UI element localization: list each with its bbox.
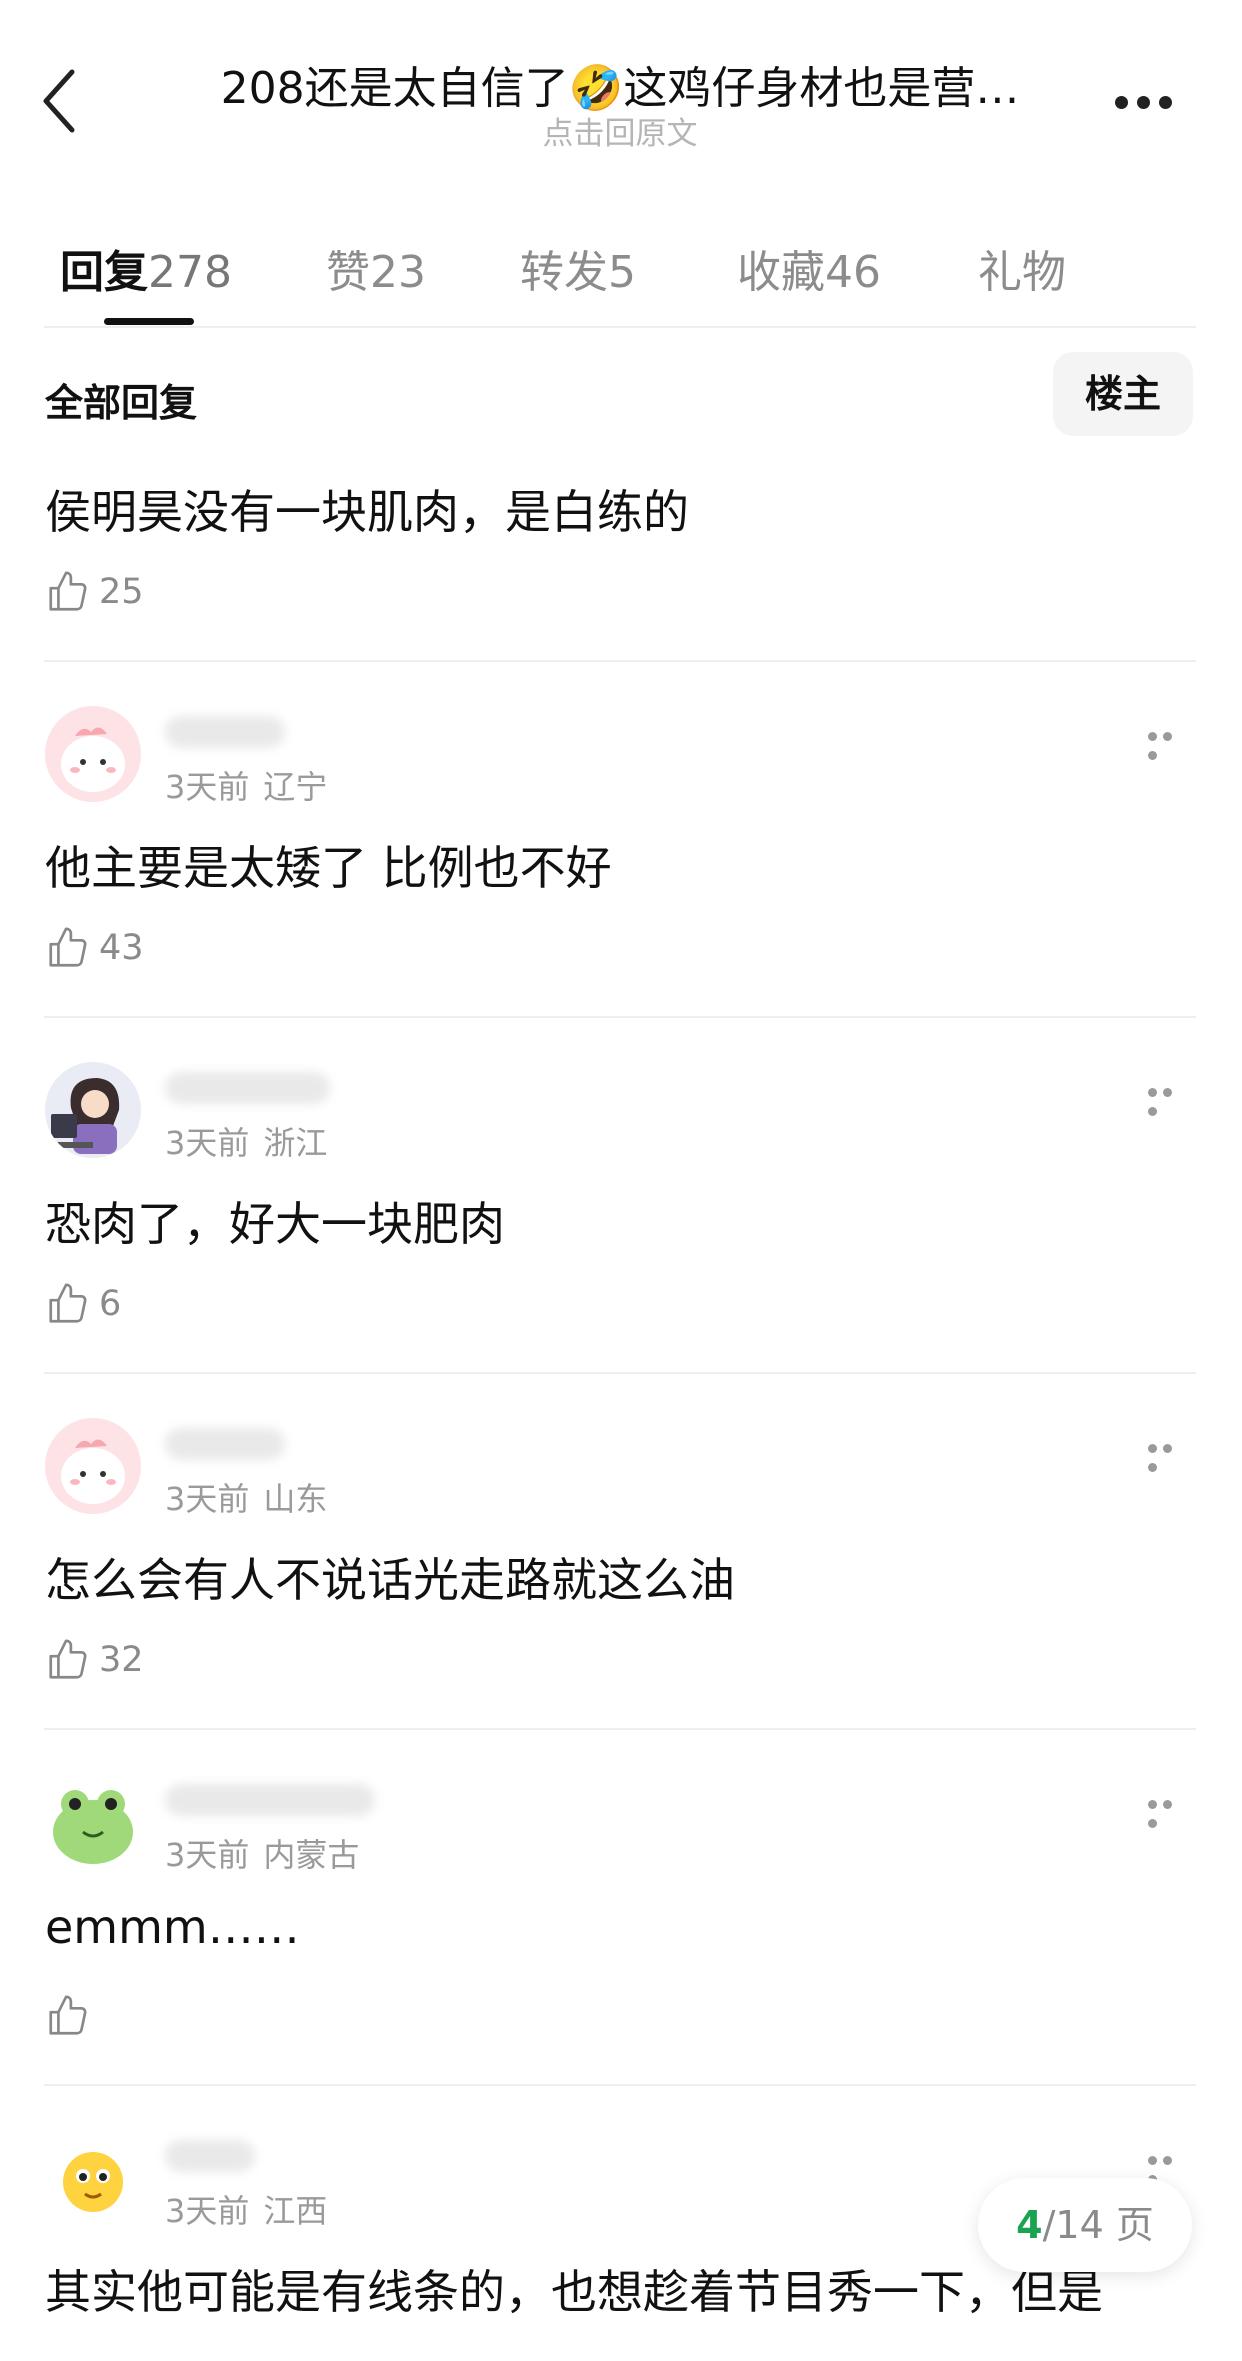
avatar[interactable]	[45, 1418, 141, 1514]
thumbs-up-icon	[49, 571, 87, 611]
active-tab-indicator	[104, 318, 194, 325]
tab-label: 转发	[520, 247, 608, 298]
back-button[interactable]	[40, 66, 80, 136]
reply-text: 恐肉了，好大一块肥肉	[45, 1197, 505, 1251]
thumbs-up-icon	[49, 1639, 87, 1679]
back-to-original-link[interactable]: 点击回原文	[150, 108, 1090, 153]
reply-text: 其实他可能是有线条的，也想趁着节目秀一下，但是	[45, 2265, 1103, 2319]
thumbs-up-icon	[49, 927, 87, 967]
like-button[interactable]: 32	[45, 1635, 144, 1685]
avatar[interactable]	[45, 1774, 141, 1870]
total-pages: /14 页	[1042, 2203, 1154, 2247]
tab-reposts[interactable]: 转发5	[520, 236, 636, 300]
page-indicator[interactable]: 4/14 页	[978, 2178, 1192, 2272]
more-options-button[interactable]	[1115, 94, 1181, 109]
reply-time: 3天前	[165, 768, 250, 806]
username-blurred[interactable]	[165, 1428, 285, 1460]
more-horizontal-icon	[1148, 726, 1178, 764]
tab-count: 278	[148, 247, 232, 298]
divider	[44, 1372, 1196, 1374]
divider	[44, 660, 1196, 662]
avatar[interactable]	[45, 2130, 141, 2226]
username-blurred[interactable]	[165, 2140, 255, 2172]
current-page: 4	[1016, 2203, 1043, 2247]
tab-label: 礼物	[978, 247, 1066, 298]
more-horizontal-icon	[1115, 94, 1181, 113]
reply-text: 侯明昊没有一块肌肉，是白练的	[45, 485, 689, 539]
thumbs-up-icon	[49, 1995, 87, 2035]
reply-time: 3天前	[165, 2192, 250, 2230]
reply-time: 3天前	[165, 1124, 250, 1162]
tab-label: 收藏	[737, 247, 825, 298]
reply-location: 浙江	[263, 1124, 328, 1162]
reply-more-button[interactable]	[1148, 726, 1192, 760]
pink-blob-avatar-icon	[45, 706, 141, 802]
reply-more-button[interactable]	[1148, 2150, 1192, 2184]
avatar[interactable]	[45, 1062, 141, 1158]
like-button[interactable]	[45, 1991, 99, 2041]
reply-meta: 3天前 辽宁	[165, 762, 341, 808]
tab-likes[interactable]: 赞23	[326, 236, 426, 300]
like-button[interactable]: 43	[45, 923, 144, 973]
tab-count: 5	[608, 247, 636, 298]
tab-count: 46	[825, 247, 881, 298]
reply-location: 江西	[263, 2192, 328, 2230]
like-button[interactable]: 6	[45, 1279, 121, 1329]
avatar[interactable]	[45, 706, 141, 802]
green-frog-avatar-icon	[45, 1774, 141, 1870]
reply-meta: 3天前 山东	[165, 1474, 341, 1520]
more-horizontal-icon	[1148, 1794, 1178, 1832]
post-title[interactable]: 208还是太自信了🤣这鸡仔身材也是营…	[150, 52, 1090, 116]
reply-text: 他主要是太矮了 比例也不好	[45, 841, 612, 895]
divider	[44, 1728, 1196, 1730]
reply-location: 内蒙古	[263, 1836, 360, 1874]
like-count: 32	[99, 1640, 144, 1680]
like-count: 25	[99, 572, 144, 612]
divider	[44, 2084, 1196, 2086]
reply-meta: 3天前 江西	[165, 2186, 341, 2232]
username-blurred[interactable]	[165, 1072, 330, 1104]
reply-more-button[interactable]	[1148, 1082, 1192, 1116]
tab-label: 回复	[60, 247, 148, 298]
tab-gifts[interactable]: 礼物	[978, 236, 1066, 300]
section-title: 全部回复	[45, 381, 198, 425]
reply-meta: 3天前 内蒙古	[165, 1830, 373, 1876]
reply-location: 山东	[263, 1480, 328, 1518]
chevron-left-icon	[43, 69, 75, 133]
reply-meta: 3天前 浙江	[165, 1118, 341, 1164]
reply-text: 怎么会有人不说话光走路就这么油	[45, 1553, 735, 1607]
reply-more-button[interactable]	[1148, 1438, 1192, 1472]
thumbs-up-icon	[49, 1283, 87, 1323]
divider	[44, 1016, 1196, 1018]
yellow-emoji-avatar-icon	[45, 2130, 141, 2226]
tab-count: 23	[370, 247, 426, 298]
reply-location: 辽宁	[263, 768, 328, 806]
tab-label: 赞	[326, 247, 370, 298]
reply-text: emmm……	[45, 1900, 300, 1954]
username-blurred[interactable]	[165, 1784, 375, 1816]
more-horizontal-icon	[1148, 1082, 1178, 1120]
like-button[interactable]: 25	[45, 567, 144, 617]
pink-blob-avatar-icon	[45, 1418, 141, 1514]
username-blurred[interactable]	[165, 716, 285, 748]
tab-favorites[interactable]: 收藏46	[737, 236, 881, 300]
like-count: 43	[99, 928, 144, 968]
op-filter-button[interactable]: 楼主	[1053, 352, 1193, 436]
reply-time: 3天前	[165, 1480, 250, 1518]
tab-replies[interactable]: 回复278	[60, 236, 232, 300]
girl-computer-avatar-icon	[45, 1062, 141, 1158]
like-count: 6	[99, 1284, 122, 1324]
divider	[44, 326, 1196, 328]
more-horizontal-icon	[1148, 1438, 1178, 1476]
reply-time: 3天前	[165, 1836, 250, 1874]
reply-more-button[interactable]	[1148, 1794, 1192, 1828]
